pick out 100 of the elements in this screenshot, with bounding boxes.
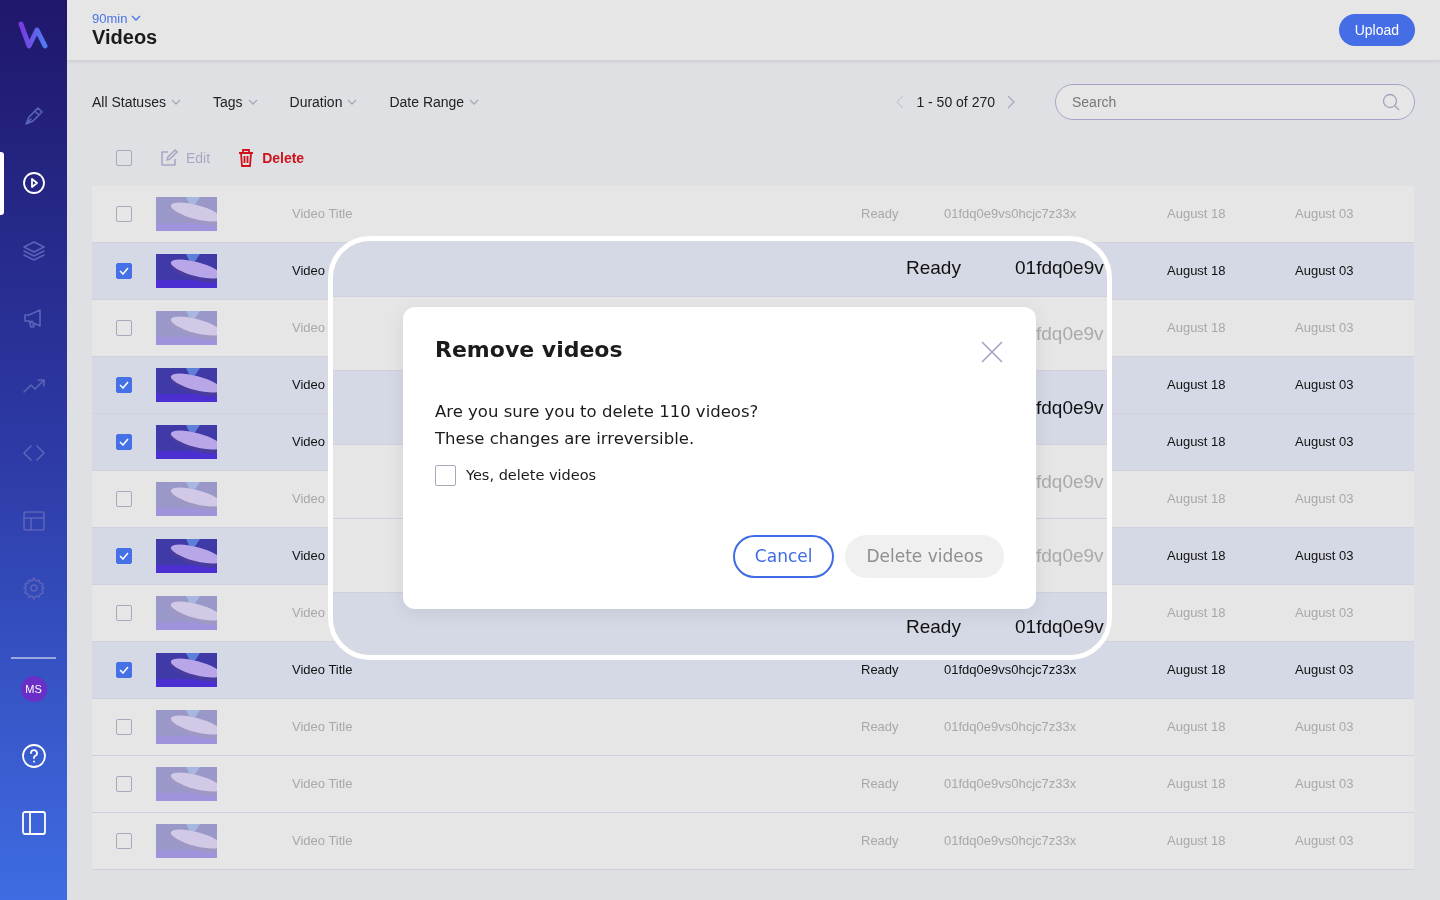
delete-button[interactable]: Delete — [238, 147, 305, 169]
video-title: Video Title — [292, 776, 353, 792]
date-text: August 18 — [1167, 434, 1226, 450]
date-text: August 18 — [1167, 491, 1226, 507]
video-id: 01fdq0e9vs0hcjc7z33x — [944, 206, 1077, 222]
date-text: August 03 — [1295, 491, 1354, 507]
row-checkbox[interactable] — [116, 776, 132, 792]
play-circle-icon[interactable] — [21, 171, 46, 196]
sidebar-toggle-icon[interactable] — [20, 810, 47, 837]
video-title: Video — [292, 605, 325, 621]
date-text: August 18 — [1167, 548, 1226, 564]
date-text: August 03 — [1295, 548, 1354, 564]
video-id: 01fdq0e9vs0hcjc7z33x — [944, 719, 1077, 735]
date-text: August 18 — [1167, 776, 1226, 792]
chevron-down-icon — [170, 99, 181, 105]
video-title: Video Title — [292, 719, 353, 735]
status-text: Ready — [861, 719, 899, 735]
video-id: fdq0e9v — [1036, 469, 1104, 494]
chevron-down-icon — [131, 15, 142, 21]
row-checkbox[interactable] — [116, 548, 132, 564]
status-text: Ready — [906, 614, 961, 639]
video-id: 01fdq0e9v — [1015, 255, 1104, 280]
upload-button[interactable]: Upload — [1338, 14, 1415, 46]
row-checkbox[interactable] — [116, 662, 132, 678]
video-id: 01fdq0e9vs0hcjc7z33x — [944, 833, 1077, 849]
video-id: 01fdq0e9vs0hcjc7z33x — [944, 662, 1077, 678]
filter-dropdown[interactable]: Duration — [289, 91, 358, 113]
status-text: Ready — [906, 255, 961, 280]
close-icon[interactable] — [980, 339, 1004, 364]
row-checkbox[interactable] — [116, 491, 132, 507]
check-icon — [119, 552, 129, 560]
check-icon — [119, 438, 129, 446]
status-text: Ready — [861, 206, 899, 222]
project-dropdown[interactable]: 90min — [92, 11, 142, 25]
date-text: August 18 — [1167, 263, 1226, 279]
video-title: Video — [292, 263, 325, 279]
search-field[interactable]: Search — [1055, 84, 1415, 120]
date-text: August 03 — [1295, 833, 1354, 849]
row-checkbox[interactable] — [116, 206, 132, 222]
date-text: August 18 — [1167, 320, 1226, 336]
filter-dropdown[interactable]: Tags — [212, 91, 258, 113]
date-text: August 03 — [1295, 719, 1354, 735]
date-text: August 18 — [1167, 206, 1226, 222]
video-title: Video Title — [292, 662, 353, 678]
check-icon — [119, 267, 129, 275]
date-text: August 03 — [1295, 776, 1354, 792]
modal-message: Are you sure you to delete 110 videos? — [435, 401, 760, 423]
date-text: August 18 — [1167, 833, 1226, 849]
layout-icon[interactable] — [21, 508, 46, 533]
chevron-left-icon[interactable] — [896, 95, 905, 109]
chevron-down-icon — [347, 99, 358, 105]
date-text: August 03 — [1295, 434, 1354, 450]
row-checkbox[interactable] — [116, 719, 132, 735]
select-all-checkbox[interactable] — [116, 150, 132, 166]
avatar[interactable]: MS — [20, 676, 47, 702]
row-checkbox[interactable] — [116, 377, 132, 393]
check-icon — [119, 666, 129, 674]
video-id: fdq0e9v — [1036, 543, 1104, 568]
checkbox-label: Yes, delete videos — [466, 466, 597, 485]
filter-dropdown[interactable]: All Statuses — [92, 91, 181, 113]
row-checkbox[interactable] — [116, 434, 132, 450]
status-text: Ready — [861, 662, 899, 678]
date-text: August 18 — [1167, 662, 1226, 678]
date-text: August 03 — [1295, 206, 1354, 222]
row-checkbox[interactable] — [116, 833, 132, 849]
pagination-range: 1 - 50 of 270 — [916, 92, 995, 112]
confirm-checkbox[interactable] — [435, 465, 456, 487]
row-checkbox[interactable] — [116, 263, 132, 279]
modal-title: Remove videos — [435, 337, 623, 364]
cancel-button[interactable]: Cancel — [732, 535, 835, 578]
video-title: Video — [292, 320, 325, 336]
video-title: Video — [292, 377, 325, 393]
row-checkbox[interactable] — [116, 320, 132, 336]
date-text: August 03 — [1295, 320, 1354, 336]
status-text: Ready — [861, 833, 899, 849]
help-icon[interactable] — [20, 742, 47, 769]
search-icon — [1382, 93, 1400, 111]
video-id: 01fdq0e9vs0hcjc7z33x — [944, 776, 1077, 792]
filter-dropdown[interactable]: Date Range — [389, 91, 480, 113]
video-id: fdq0e9v — [1036, 395, 1104, 420]
video-id: fdq0e9v — [1036, 321, 1104, 346]
video-title: Video Title — [292, 833, 353, 849]
video-title: Video — [292, 434, 325, 450]
chevron-down-icon — [247, 99, 258, 105]
date-text: August 18 — [1167, 719, 1226, 735]
date-text: August 03 — [1295, 377, 1354, 393]
modal-message: These changes are irreversible. — [435, 428, 696, 450]
logo-icon — [17, 21, 50, 49]
gear-icon[interactable] — [21, 576, 46, 601]
chevron-right-icon[interactable] — [1007, 95, 1015, 109]
chevron-down-icon — [469, 99, 480, 105]
row-checkbox[interactable] — [116, 605, 132, 621]
page-title: Videos — [92, 24, 158, 49]
video-title: Video Title — [292, 206, 353, 222]
layers-icon[interactable] — [21, 238, 46, 263]
video-title: Video — [292, 548, 325, 564]
date-text: August 03 — [1295, 263, 1354, 279]
date-text: August 03 — [1295, 662, 1354, 678]
date-text: August 18 — [1167, 605, 1226, 621]
search-input[interactable]: Search — [1070, 90, 1382, 114]
